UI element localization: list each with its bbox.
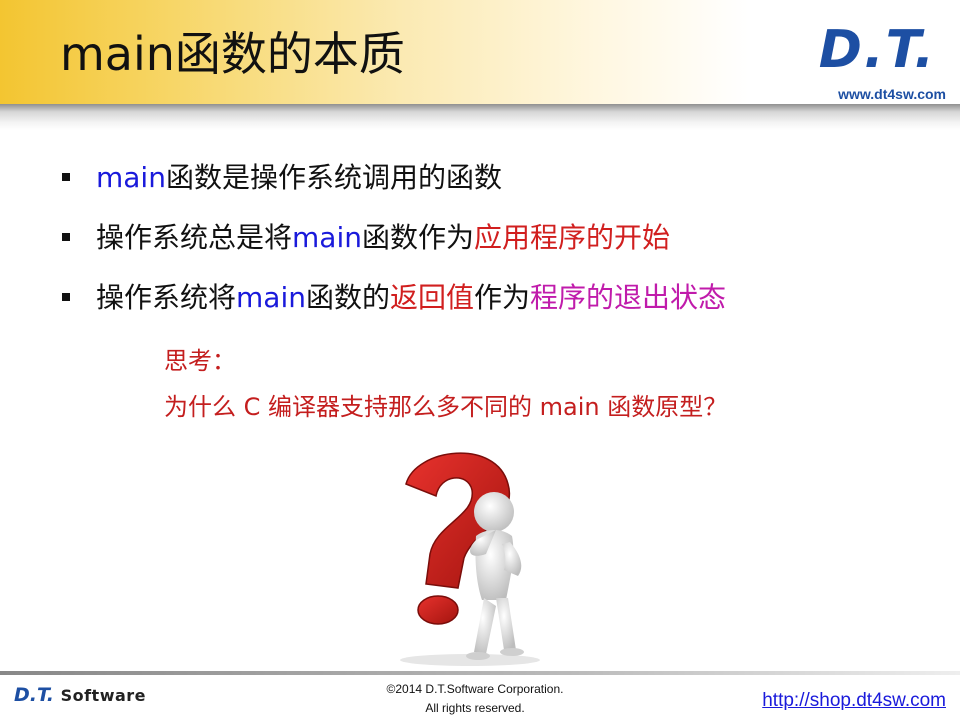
bullet-item-2: 操作系统总是将main函数作为应用程序的开始 [62,218,726,278]
logo-mark: D.T. [818,20,936,80]
slide-title: main函数的本质 [60,27,405,81]
bullet-text-segment: 程序的退出状态 [530,281,727,314]
bullet-text-segment: 作为 [474,281,531,314]
think-label: 思考： [164,347,236,375]
footer-url-link[interactable]: http://shop.dt4sw.com [762,690,946,712]
bullet-text-segment: main [96,161,166,194]
bullet-text-segment: 操作系统总是将 [96,221,293,254]
bullet-square-icon [62,173,70,181]
title-shadow [0,104,960,130]
bullet-text-segment: 函数的 [305,281,390,314]
copyright: ©2014 D.T.Software Corporation. All righ… [340,680,610,718]
bullet-item-3: 操作系统将main函数的返回值作为程序的退出状态 [62,278,726,338]
footer-logo: D.T. Software [14,684,146,706]
bullet-text-segment: 操作系统将 [96,281,237,314]
footer-divider [0,671,960,675]
bullet-square-icon [62,233,70,241]
think-question: 为什么 C 编译器支持那么多不同的 main 函数原型？ [164,393,728,421]
bullet-text-segment: 函数是操作系统调用的函数 [165,161,502,194]
bullet-text-segment: main [292,221,362,254]
logo-url: www.dt4sw.com [838,86,946,102]
bullet-text-segment: 应用程序的开始 [474,221,671,254]
question-mark-figure-icon [400,452,540,666]
bullet-text-segment: 函数作为 [361,221,474,254]
bullet-square-icon [62,293,70,301]
copyright-line-1: ©2014 D.T.Software Corporation. [386,682,564,696]
think-block: 思考： 为什么 C 编译器支持那么多不同的 main 函数原型？ [164,338,727,430]
bullet-text-segment: 返回值 [390,281,475,314]
bullet-text-segment: main [236,281,306,314]
dt-logo: D.T. www.dt4sw.com [816,20,946,104]
copyright-line-2: All rights reserved. [425,701,525,715]
footer-logo-mark: D.T. [14,684,54,706]
footer-logo-word: Software [60,686,147,705]
bullet-item-1: main函数是操作系统调用的函数 [62,158,726,218]
bullet-list: main函数是操作系统调用的函数 操作系统总是将main函数作为应用程序的开始 … [62,158,726,338]
